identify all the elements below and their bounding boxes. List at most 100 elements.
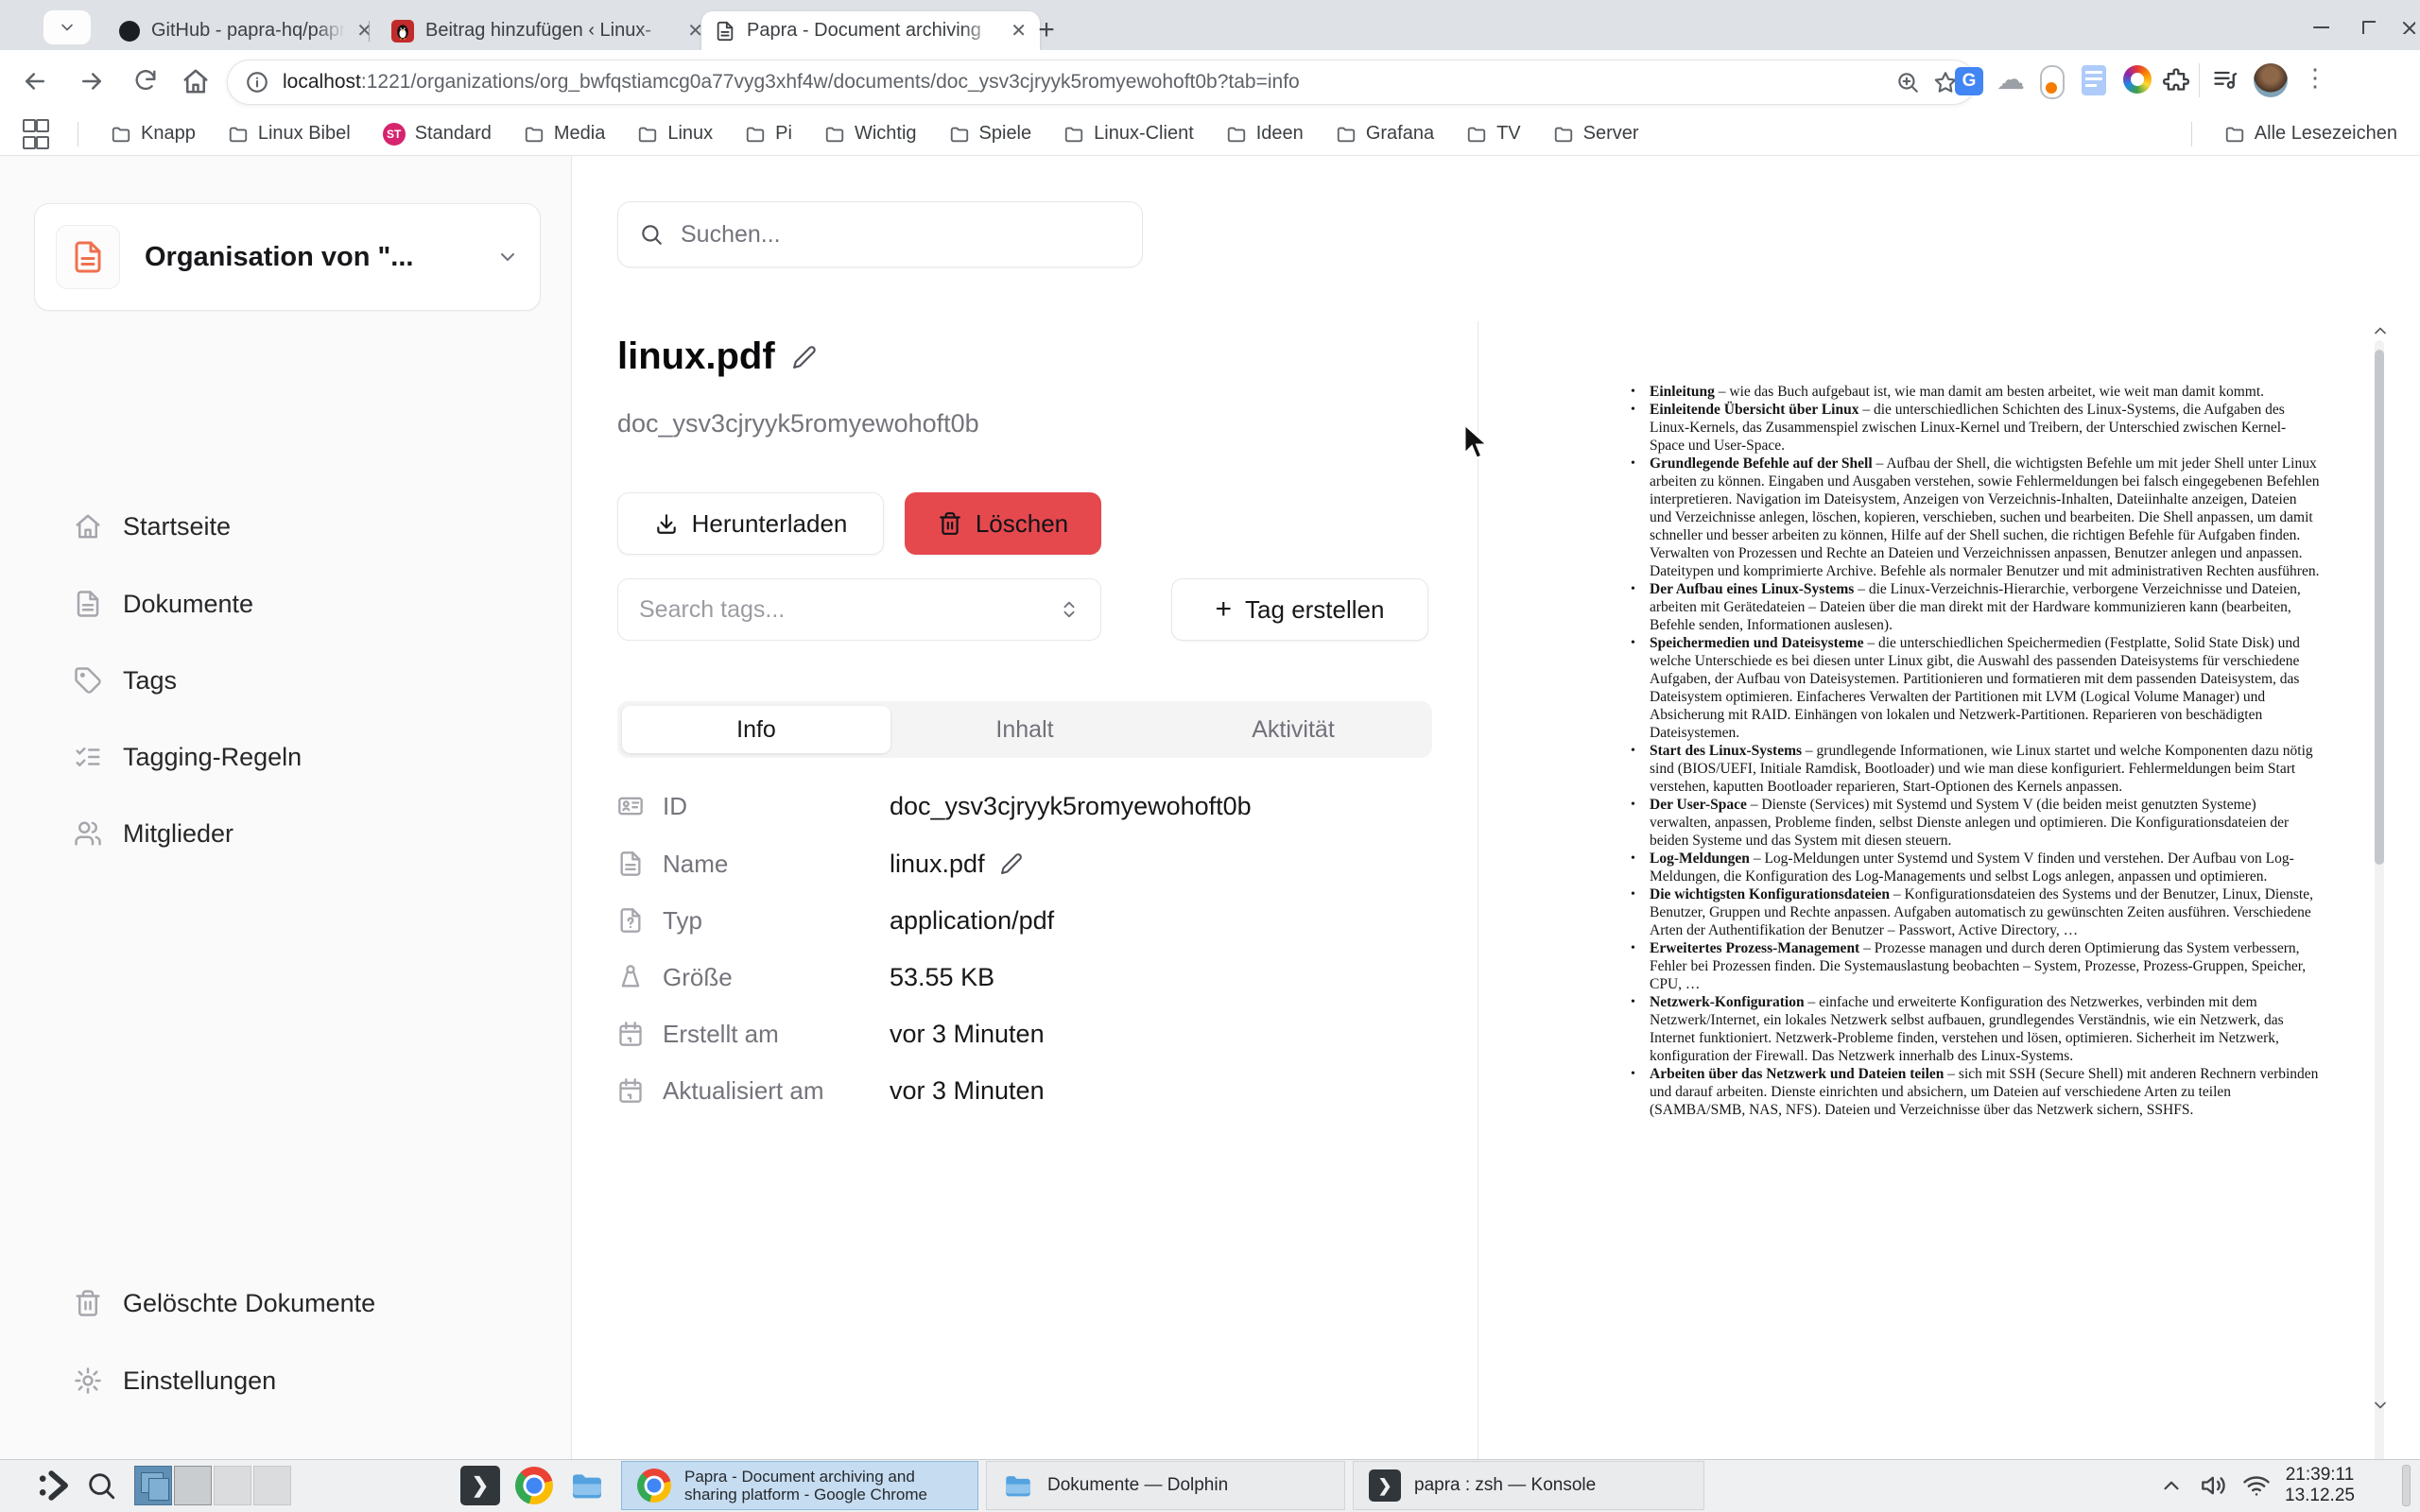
sidebar-item-dokumente[interactable]: Dokumente	[38, 579, 529, 628]
bookmark-folder[interactable]: ST Linux	[637, 123, 713, 146]
search-input[interactable]: Suchen...	[617, 201, 1143, 267]
sidebar-item-startseite[interactable]: Startseite	[38, 502, 529, 551]
bookmark-label: Linux Bibel	[258, 123, 351, 145]
folder-icon	[568, 1467, 606, 1504]
sidebar-item-geloeschte-dokumente[interactable]: Gelöschte Dokumente	[38, 1279, 529, 1328]
edit-pencil-icon[interactable]	[1000, 852, 1023, 875]
penguin-icon	[391, 20, 414, 43]
organization-label: Organisation von "...	[145, 242, 472, 273]
window-maximize-button[interactable]	[2350, 9, 2384, 42]
bookmark-folder[interactable]: ST Linux Bibel	[228, 123, 351, 146]
search-icon	[639, 222, 664, 247]
tab-close-icon[interactable]: ✕	[356, 22, 372, 41]
scroll-up-icon[interactable]	[2371, 321, 2390, 340]
konsole-launcher[interactable]: ❯	[460, 1459, 500, 1512]
task-chrome-papra[interactable]: Papra - Document archiving andsharing pl…	[621, 1461, 978, 1510]
task-konsole[interactable]: ❯ papra : zsh — Konsole	[1353, 1461, 1704, 1510]
clock-date: 13.12.25	[2285, 1486, 2355, 1506]
back-button[interactable]	[21, 67, 49, 95]
dolphin-launcher[interactable]	[568, 1459, 606, 1512]
chrome-icon	[637, 1469, 671, 1503]
sidebar-item-mitglieder[interactable]: Mitglieder	[38, 809, 529, 858]
address-bar[interactable]: localhost:1221/organizations/org_bwfqsti…	[227, 60, 1976, 105]
bookmark-label: Server	[1583, 123, 1639, 145]
organization-selector[interactable]: Organisation von "...	[34, 203, 541, 311]
browser-menu-kebab-icon[interactable]: ⋮	[2303, 63, 2327, 93]
sidebar-item-einstellungen[interactable]: Einstellungen	[38, 1356, 529, 1405]
tab-search-button[interactable]	[43, 10, 91, 44]
pager-desktop-1[interactable]	[134, 1466, 172, 1505]
edit-pencil-icon[interactable]	[792, 345, 817, 369]
task-dolphin[interactable]: Dokumente — Dolphin	[986, 1461, 1345, 1510]
new-tab-button[interactable]: +	[1026, 11, 1067, 49]
tab-aktivitaet[interactable]: Aktivität	[1159, 706, 1427, 753]
delete-button[interactable]: Löschen	[905, 492, 1101, 555]
systray-expand-button[interactable]	[2159, 1459, 2184, 1512]
zoom-icon[interactable]	[1895, 70, 1920, 94]
bookmark-folder[interactable]: ST Standard	[383, 123, 492, 146]
bookmark-folder[interactable]: ST Ideen	[1226, 123, 1304, 146]
all-bookmarks[interactable]: Alle Lesezeichen	[2224, 123, 2397, 145]
tab-inhalt[interactable]: Inhalt	[890, 706, 1159, 753]
notes-extension-icon[interactable]	[2082, 65, 2106, 95]
browser-tab-linuxbibel[interactable]: Beitrag hinzufügen ‹ Linux- ✕	[378, 11, 717, 50]
pager-desktop-3[interactable]	[214, 1466, 251, 1505]
detail-row-aktualisiert: Aktualisiert am vor 3 Minuten	[617, 1069, 1449, 1112]
network-tray-icon[interactable]	[2242, 1459, 2271, 1512]
window-minimize-button[interactable]	[2303, 9, 2337, 42]
bookmark-label: Ideen	[1256, 123, 1304, 145]
bookmark-folder[interactable]: ST Grafana	[1336, 123, 1434, 146]
bookmark-folder[interactable]: ST TV	[1466, 123, 1521, 146]
tab-close-icon[interactable]: ✕	[1011, 22, 1027, 41]
forward-button[interactable]	[78, 67, 106, 95]
chrome-launcher[interactable]	[515, 1459, 553, 1512]
pager-desktop-2[interactable]	[174, 1466, 212, 1505]
apps-grid-icon[interactable]	[23, 119, 45, 149]
tab-info[interactable]: Info	[622, 706, 890, 753]
clock-widget[interactable]: 21:39:11 13.12.25	[2282, 1459, 2358, 1512]
extensions-puzzle-icon[interactable]	[2163, 66, 2189, 93]
profile-avatar[interactable]	[2254, 63, 2288, 97]
pdf-bullet: Die wichtigsten Konfigurationsdateien – …	[1650, 885, 2321, 939]
bookmark-folder[interactable]: ST Linux-Client	[1063, 123, 1194, 146]
bookmark-folder[interactable]: ST Spiele	[949, 123, 1032, 146]
app-launcher-button[interactable]	[34, 1459, 76, 1512]
page-title: linux.pdf	[617, 335, 775, 378]
checklist-icon	[74, 743, 102, 771]
translate-extension-icon[interactable]: G	[1955, 67, 1983, 95]
papra-app: Organisation von "... Startseite Dokumen…	[0, 156, 2420, 1459]
search-tags-combobox[interactable]: Search tags...	[617, 578, 1101, 641]
trash-icon	[938, 511, 962, 536]
reload-button[interactable]	[132, 67, 159, 94]
colorful-extension-icon[interactable]	[2123, 65, 2152, 94]
bookmark-label: Media	[554, 123, 605, 145]
panel-edge-grip[interactable]	[2402, 1459, 2411, 1512]
media-controls-icon[interactable]	[2212, 66, 2238, 93]
bookmark-folder[interactable]: ST Server	[1553, 123, 1639, 146]
users-icon	[74, 819, 102, 848]
bookmark-folder[interactable]: ST Pi	[745, 123, 792, 146]
desktop-search-button[interactable]	[85, 1459, 117, 1512]
bookmark-label: Linux	[667, 123, 713, 145]
file-icon	[617, 850, 644, 877]
cloud-extension-icon[interactable]: ☁	[1996, 63, 2025, 96]
toggle-extension-icon[interactable]	[2040, 65, 2065, 99]
volume-tray-icon[interactable]	[2201, 1459, 2227, 1512]
browser-tab-papra[interactable]: Papra - Document archiving ✕	[701, 11, 1040, 50]
download-button[interactable]: Herunterladen	[617, 492, 884, 555]
sidebar-item-tagging-regeln[interactable]: Tagging-Regeln	[38, 732, 529, 782]
pager-desktop-4[interactable]	[253, 1466, 291, 1505]
browser-tab-github[interactable]: GitHub - papra-hq/papra: T ✕	[106, 11, 386, 50]
preview-scrollbar-thumb[interactable]	[2375, 350, 2384, 865]
bookmark-folder[interactable]: ST Media	[524, 123, 605, 146]
home-button[interactable]	[182, 67, 210, 95]
pdf-bullet-list: Einleitung – wie das Buch aufgebaut ist,…	[1650, 383, 2321, 1119]
bookmark-folder[interactable]: ST Wichtig	[824, 123, 917, 146]
folder-icon	[1553, 124, 1574, 145]
create-tag-button[interactable]: + Tag erstellen	[1171, 578, 1428, 641]
bookmark-folder[interactable]: ST Knapp	[111, 123, 196, 146]
sidebar-item-tags[interactable]: Tags	[38, 656, 529, 705]
window-close-button[interactable]	[2390, 9, 2420, 42]
site-info-icon[interactable]	[245, 70, 269, 94]
scroll-down-icon[interactable]	[2371, 1396, 2390, 1415]
